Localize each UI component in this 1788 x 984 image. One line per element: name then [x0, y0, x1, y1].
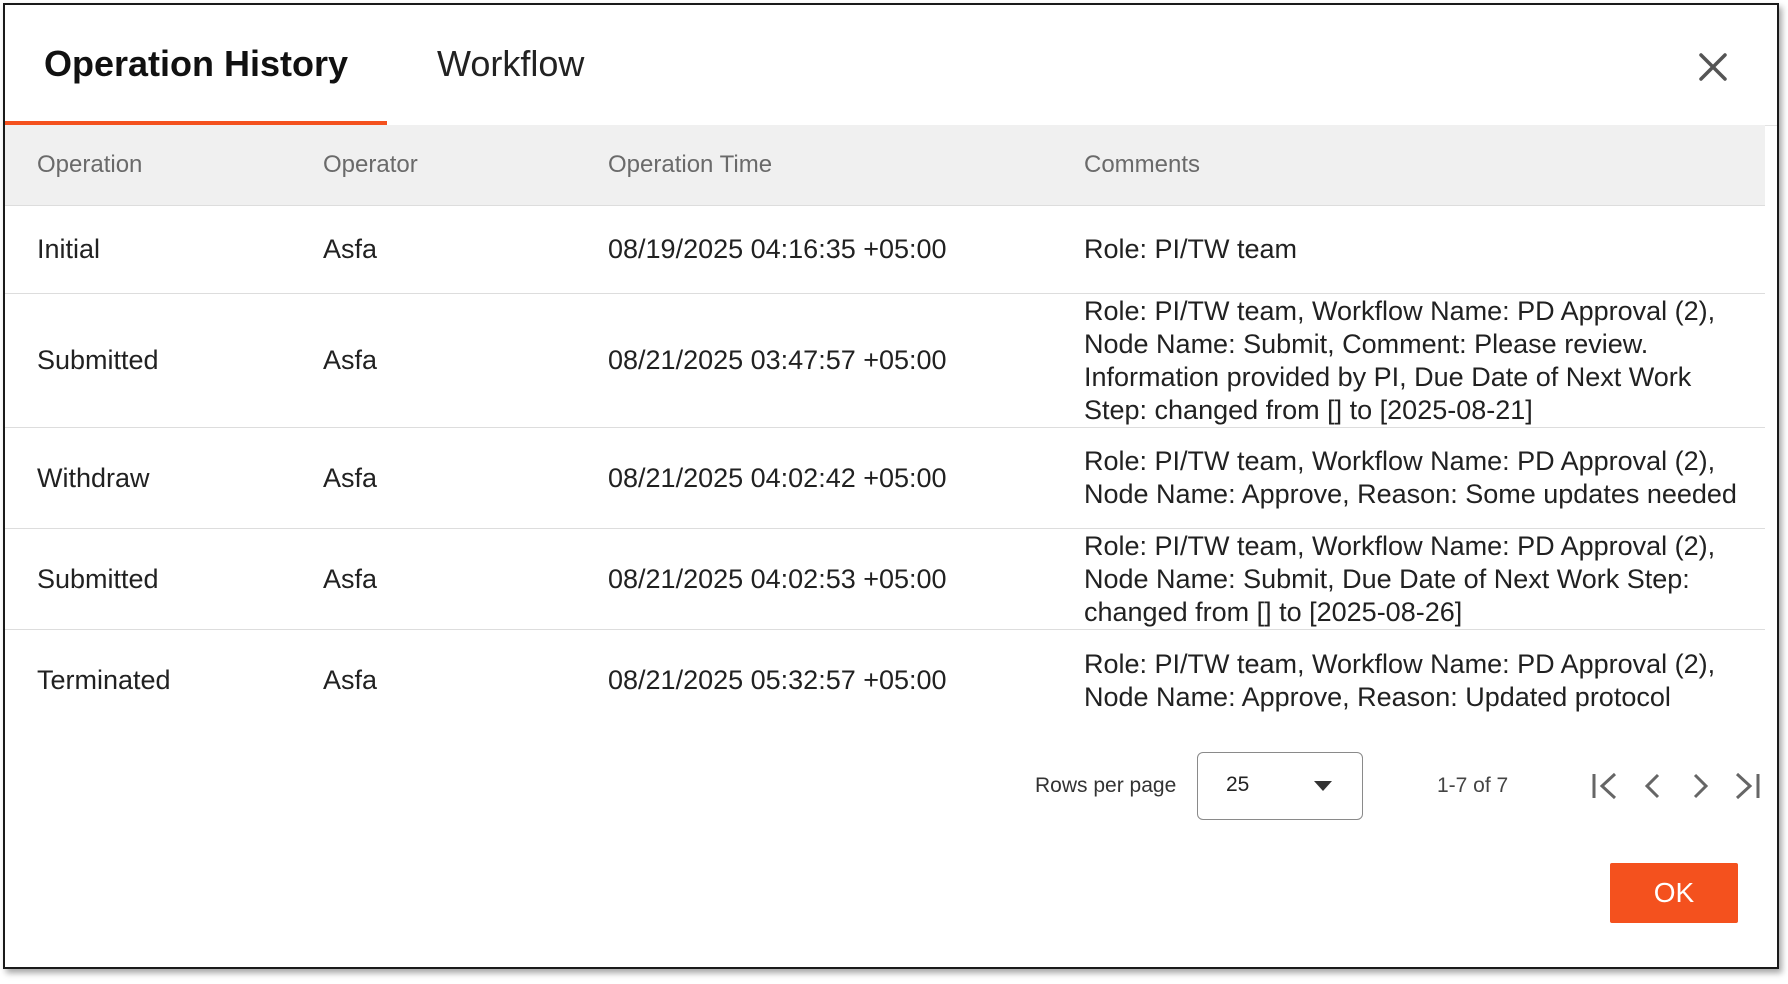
operator-cell: Asfa [323, 462, 378, 493]
table-row: Submitted Asfa 08/21/2025 03:47:57 +05:0… [5, 294, 1765, 428]
operation-cell: Withdraw [37, 462, 150, 493]
first-page-button[interactable] [1585, 766, 1625, 806]
chevron-left-icon [1644, 773, 1660, 799]
column-header-operator: Operator [323, 151, 418, 178]
tab-operation-history-label: Operation History [43, 43, 349, 84]
comments-cell: Role: PI/TW team, Workflow Name: PD Appr… [1084, 648, 1716, 712]
tab-workflow[interactable]: Workflow [437, 5, 584, 125]
first-page-icon [1592, 772, 1617, 800]
chevron-right-icon [1693, 773, 1709, 799]
operator-cell: Asfa [323, 345, 378, 375]
operation-cell: Submitted [37, 345, 159, 375]
column-header-operation: Operation [37, 151, 143, 178]
last-page-button[interactable] [1727, 766, 1767, 806]
tab-workflow-label: Workflow [437, 43, 585, 84]
caret-down-icon [1314, 781, 1332, 791]
operator-cell: Asfa [323, 665, 378, 695]
operation-time-cell: 08/21/2025 03:47:57 +05:00 [608, 345, 947, 375]
comments-cell: Role: PI/TW team, Workflow Name: PD Appr… [1084, 295, 1716, 425]
comments-cell: Role: PI/TW team, Workflow Name: PD Appr… [1084, 530, 1716, 627]
rows-per-page-select[interactable]: 25 [1197, 752, 1363, 820]
rows-per-page-label: Rows per page [1035, 774, 1177, 797]
table-row: Terminated Asfa 08/21/2025 05:32:57 +05:… [5, 630, 1765, 731]
operation-cell: Initial [37, 234, 101, 264]
comments-cell: Role: PI/TW team [1084, 234, 1298, 264]
operator-cell: Asfa [323, 234, 378, 264]
operation-time-cell: 08/21/2025 04:02:42 +05:00 [608, 462, 947, 493]
table-row: Withdraw Asfa 08/21/2025 04:02:42 +05:00… [5, 428, 1765, 529]
comments-cell: Role: PI/TW team, Workflow Name: PD Appr… [1084, 446, 1737, 509]
operation-history-table: Operation Operator Operation Time Commen… [5, 125, 1765, 731]
operator-cell: Asfa [323, 563, 378, 594]
close-button[interactable] [1691, 45, 1735, 89]
pagination-bar: Rows per page 25 1-7 of 7 [5, 750, 1777, 822]
next-page-button[interactable] [1680, 766, 1720, 806]
operation-time-cell: 08/21/2025 04:02:53 +05:00 [608, 563, 947, 594]
operation-cell: Submitted [37, 563, 159, 594]
close-icon [1699, 53, 1727, 81]
table-row: Submitted Asfa 08/21/2025 04:02:53 +05:0… [5, 529, 1765, 630]
operation-cell: Terminated [37, 665, 171, 695]
table-header: Operation Operator Operation Time Commen… [5, 125, 1765, 206]
tab-bar: Operation History Workflow [5, 5, 1777, 126]
tab-operation-history[interactable]: Operation History [5, 5, 387, 126]
operation-history-dialog: Operation History Workflow Operation Ope… [3, 3, 1779, 969]
table-row: Initial Asfa 08/19/2025 04:16:35 +05:00 … [5, 206, 1765, 294]
page-range: 1-7 of 7 [1437, 774, 1509, 797]
operation-time-cell: 08/19/2025 04:16:35 +05:00 [608, 234, 947, 264]
last-page-icon [1735, 772, 1760, 800]
operation-time-cell: 08/21/2025 05:32:57 +05:00 [608, 665, 947, 695]
column-header-comments: Comments [1084, 151, 1201, 178]
column-header-operation-time: Operation Time [608, 151, 773, 178]
previous-page-button[interactable] [1633, 766, 1673, 806]
ok-button[interactable]: OK [1610, 863, 1738, 923]
rows-per-page-value: 25 [1226, 773, 1250, 796]
